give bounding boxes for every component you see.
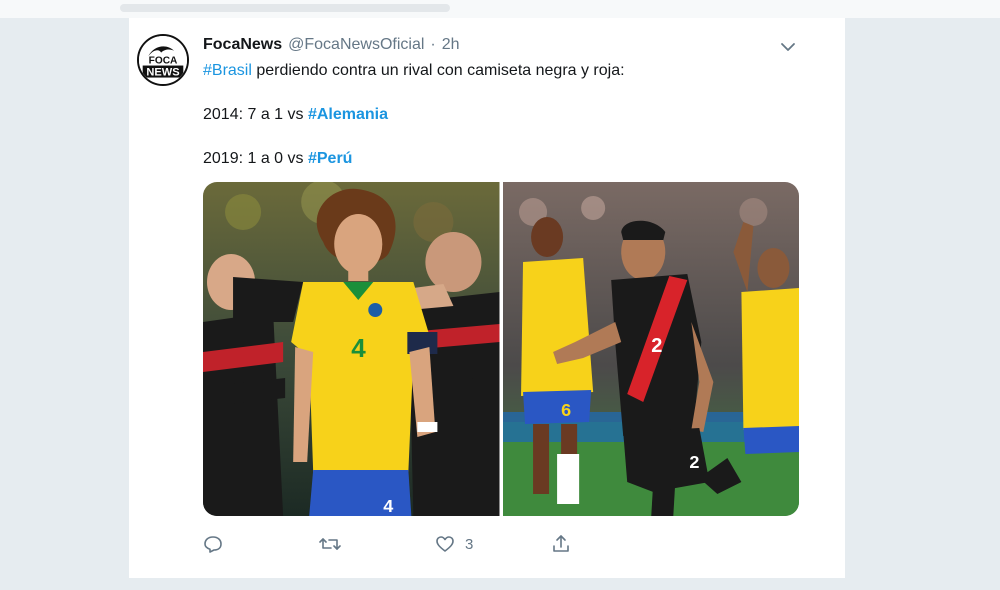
line3-text: 2019: 1 a 0 vs bbox=[203, 150, 308, 167]
tweet-card[interactable]: FOCA NEWS FocaNews @FocaNewsOficial · 2h… bbox=[128, 18, 846, 578]
jersey-number-left: 4 bbox=[351, 333, 366, 363]
tweet-text-line-3: 2019: 1 a 0 vs #Perú bbox=[203, 150, 352, 168]
tweet-text-line-1: #Brasil perdiendo contra un rival con ca… bbox=[203, 62, 625, 80]
avatar[interactable]: FOCA NEWS bbox=[137, 34, 189, 86]
blurred-header bbox=[120, 4, 450, 12]
timestamp[interactable]: 2h bbox=[442, 36, 460, 54]
chevron-down-icon bbox=[781, 43, 795, 51]
like-button[interactable]: 3 bbox=[435, 534, 473, 554]
tweet-actions: 3 bbox=[203, 534, 623, 558]
avatar-text-top: FOCA bbox=[149, 56, 178, 67]
tweet-media: 4 4 6 2 2 bbox=[203, 182, 799, 516]
handle[interactable]: @FocaNewsOficial bbox=[288, 36, 424, 54]
hashtag-brasil[interactable]: #Brasil bbox=[203, 62, 252, 79]
share-button[interactable] bbox=[551, 534, 581, 554]
hashtag-alemania[interactable]: #Alemania bbox=[308, 106, 388, 123]
photo-brazil-vs-germany[interactable]: 4 4 bbox=[203, 182, 500, 516]
hashtag-peru[interactable]: #Perú bbox=[308, 150, 352, 167]
avatar-text-bottom: NEWS bbox=[146, 67, 179, 79]
bg-jersey-number: 6 bbox=[561, 400, 571, 420]
browser-top-strip bbox=[0, 0, 1000, 18]
reply-button[interactable] bbox=[203, 534, 233, 554]
focanews-logo-icon: FOCA NEWS bbox=[139, 36, 187, 84]
like-count: 3 bbox=[465, 535, 474, 553]
separator-dot: · bbox=[430, 36, 436, 53]
share-icon bbox=[553, 535, 569, 552]
photo-left-image: 4 4 bbox=[203, 182, 500, 516]
photo-right-image: 6 2 2 bbox=[502, 182, 799, 516]
shorts-number-left: 4 bbox=[383, 496, 393, 516]
heart-icon bbox=[436, 536, 454, 552]
photo-brazil-vs-peru[interactable]: 6 2 2 bbox=[502, 182, 799, 516]
more-options-button[interactable] bbox=[779, 38, 797, 56]
retweet-button[interactable] bbox=[319, 534, 351, 554]
tweet-text-line-2: 2014: 7 a 1 vs #Alemania bbox=[203, 106, 388, 124]
jersey-number-right: 2 bbox=[651, 335, 662, 357]
reply-icon bbox=[204, 536, 222, 553]
shorts-number-right: 2 bbox=[689, 452, 699, 472]
display-name[interactable]: FocaNews bbox=[203, 36, 282, 54]
line1-text: perdiendo contra un rival con camiseta n… bbox=[251, 62, 625, 79]
retweet-icon bbox=[319, 538, 341, 550]
line2-text: 2014: 7 a 1 vs bbox=[203, 106, 308, 123]
tweet-header: FocaNews @FocaNewsOficial · 2h bbox=[203, 36, 460, 58]
